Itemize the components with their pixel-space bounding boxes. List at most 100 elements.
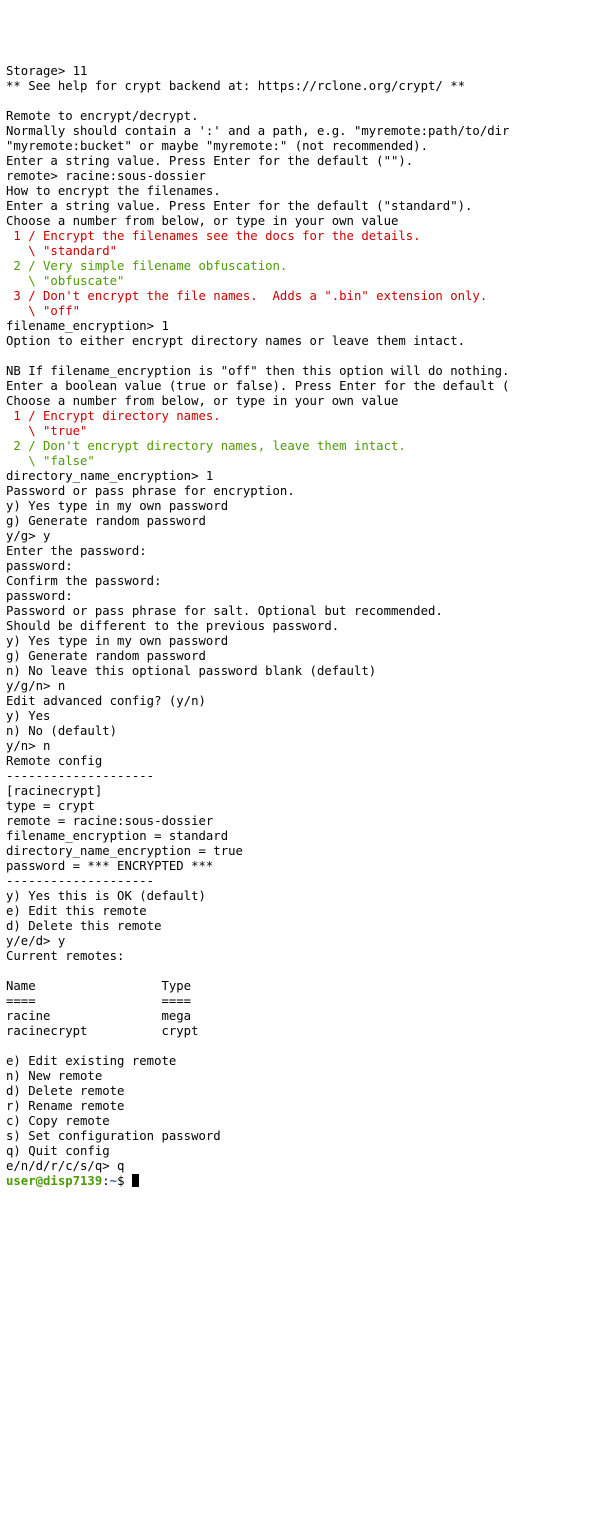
terminal-text: y) Yes type in my own password (6, 634, 228, 648)
terminal-line: Should be different to the previous pass… (6, 619, 604, 634)
terminal-text: Password or pass phrase for encryption. (6, 484, 295, 498)
prompt-user-host: user@disp7139 (6, 1174, 102, 1188)
terminal-line: e) Edit existing remote (6, 1054, 604, 1069)
terminal-text: 3 / Don't encrypt the file names. Adds a… (6, 289, 487, 303)
terminal-text: remote> racine:sous-dossier (6, 169, 206, 183)
terminal-line: Remote to encrypt/decrypt. (6, 109, 604, 124)
terminal-line: 3 / Don't encrypt the file names. Adds a… (6, 289, 604, 304)
terminal-text: [racinecrypt] (6, 784, 102, 798)
terminal-line: Storage> 11 (6, 64, 604, 79)
terminal-line: e) Edit this remote (6, 904, 604, 919)
terminal-line (6, 349, 604, 364)
terminal-text: 1 / Encrypt the filenames see the docs f… (6, 229, 421, 243)
terminal-line: How to encrypt the filenames. (6, 184, 604, 199)
terminal-line: password: (6, 589, 604, 604)
terminal-line: [racinecrypt] (6, 784, 604, 799)
terminal-line: filename_encryption = standard (6, 829, 604, 844)
terminal-line: \ "true" (6, 424, 604, 439)
terminal-line: q) Quit config (6, 1144, 604, 1159)
terminal-text: y/g> y (6, 529, 50, 543)
terminal-line: Current remotes: (6, 949, 604, 964)
terminal-text: \ "off" (6, 304, 80, 318)
terminal-text: 1 / Encrypt directory names. (6, 409, 221, 423)
terminal-line: n) No leave this optional password blank… (6, 664, 604, 679)
terminal-line: Enter a string value. Press Enter for th… (6, 199, 604, 214)
terminal-line: -------------------- (6, 769, 604, 784)
terminal-line: type = crypt (6, 799, 604, 814)
terminal-line: Enter a string value. Press Enter for th… (6, 154, 604, 169)
terminal-text: Option to either encrypt directory names… (6, 334, 465, 348)
terminal-text: password: (6, 589, 73, 603)
terminal-line: y/e/d> y (6, 934, 604, 949)
terminal-text: Current remotes: (6, 949, 124, 963)
terminal-line: g) Generate random password (6, 649, 604, 664)
terminal-line: y) Yes type in my own password (6, 499, 604, 514)
terminal-text: Confirm the password: (6, 574, 161, 588)
terminal-line: y/g/n> n (6, 679, 604, 694)
terminal-text: 2 / Don't encrypt directory names, leave… (6, 439, 406, 453)
terminal-text: Choose a number from below, or type in y… (6, 394, 398, 408)
terminal-line: NB If filename_encryption is "off" then … (6, 364, 604, 379)
terminal-line: \ "false" (6, 454, 604, 469)
terminal-text: Edit advanced config? (y/n) (6, 694, 206, 708)
terminal-text: Choose a number from below, or type in y… (6, 214, 398, 228)
terminal-text: password: (6, 559, 73, 573)
terminal-text: y) Yes this is OK (default) (6, 889, 206, 903)
terminal-text: g) Generate random password (6, 514, 206, 528)
terminal-line: \ "obfuscate" (6, 274, 604, 289)
terminal-text: q) Quit config (6, 1144, 110, 1158)
terminal-line: Name Type (6, 979, 604, 994)
terminal-text: Enter a string value. Press Enter for th… (6, 199, 472, 213)
terminal-text: y/g/n> n (6, 679, 65, 693)
terminal-line: ** See help for crypt backend at: https:… (6, 79, 604, 94)
terminal-cursor (132, 1174, 139, 1187)
terminal-line: racine mega (6, 1009, 604, 1024)
terminal-text: NB If filename_encryption is "off" then … (6, 364, 509, 378)
terminal-text: remote = racine:sous-dossier (6, 814, 213, 828)
terminal-text: -------------------- (6, 769, 154, 783)
terminal-line: password: (6, 559, 604, 574)
terminal-line: c) Copy remote (6, 1114, 604, 1129)
terminal-text: \ "obfuscate" (6, 274, 124, 288)
terminal-prompt-line[interactable]: user@disp7139:~$ (6, 1174, 604, 1189)
terminal-line: remote> racine:sous-dossier (6, 169, 604, 184)
terminal-line: Remote config (6, 754, 604, 769)
terminal-text: n) No leave this optional password blank… (6, 664, 376, 678)
terminal-text: Password or pass phrase for salt. Option… (6, 604, 443, 618)
terminal-line: Enter a boolean value (true or false). P… (6, 379, 604, 394)
terminal-text: 2 / Very simple filename obfuscation. (6, 259, 287, 273)
terminal-text: y/e/d> y (6, 934, 65, 948)
terminal-line: g) Generate random password (6, 514, 604, 529)
terminal-text: directory_name_encryption = true (6, 844, 243, 858)
terminal-line: y) Yes type in my own password (6, 634, 604, 649)
terminal-text: e/n/d/r/c/s/q> q (6, 1159, 124, 1173)
prompt-colon: : (102, 1174, 109, 1188)
terminal-text: Storage> 11 (6, 64, 87, 78)
terminal-text: password = *** ENCRYPTED *** (6, 859, 213, 873)
terminal-line: y/n> n (6, 739, 604, 754)
terminal-text: c) Copy remote (6, 1114, 110, 1128)
terminal-text: racinecrypt crypt (6, 1024, 199, 1038)
terminal-text: Normally should contain a ':' and a path… (6, 124, 509, 138)
terminal-text: e) Edit this remote (6, 904, 147, 918)
terminal-text: How to encrypt the filenames. (6, 184, 221, 198)
terminal-line: directory_name_encryption> 1 (6, 469, 604, 484)
terminal-text: Should be different to the previous pass… (6, 619, 339, 633)
terminal-line: \ "standard" (6, 244, 604, 259)
terminal-text: s) Set configuration password (6, 1129, 221, 1143)
terminal-text: d) Delete remote (6, 1084, 124, 1098)
terminal-line: directory_name_encryption = true (6, 844, 604, 859)
terminal-text: ** See help for crypt backend at: https:… (6, 79, 465, 93)
terminal-line: Enter the password: (6, 544, 604, 559)
terminal-text: n) No (default) (6, 724, 117, 738)
terminal-line: Password or pass phrase for encryption. (6, 484, 604, 499)
terminal-line: 1 / Encrypt the filenames see the docs f… (6, 229, 604, 244)
terminal-text: directory_name_encryption> 1 (6, 469, 213, 483)
terminal-line: filename_encryption> 1 (6, 319, 604, 334)
terminal-line: -------------------- (6, 874, 604, 889)
terminal-line: 1 / Encrypt directory names. (6, 409, 604, 424)
terminal-line (6, 1039, 604, 1054)
prompt-path: ~ (110, 1174, 117, 1188)
terminal-text: g) Generate random password (6, 649, 206, 663)
terminal-output[interactable]: Storage> 11** See help for crypt backend… (6, 64, 604, 1189)
